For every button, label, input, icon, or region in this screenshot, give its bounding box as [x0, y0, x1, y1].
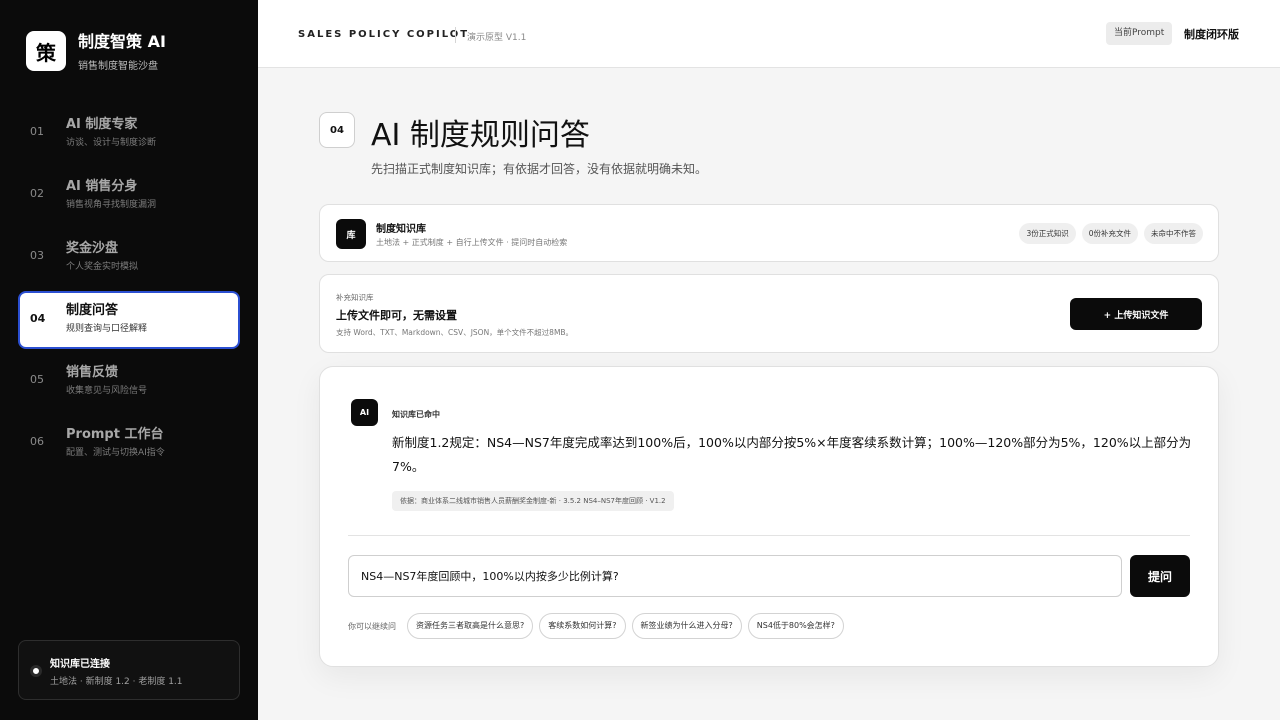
sidebar-item-ai-sales-avatar[interactable]: 02 AI 销售分身 销售视角寻找制度漏洞 [18, 167, 240, 225]
kb-status-sources: 土地法 · 新制度 1.2 · 老制度 1.1 [50, 677, 183, 687]
status-badge: 3份正式知识 [1019, 223, 1076, 244]
nav-description: 销售视角寻找制度漏洞 [66, 200, 157, 210]
follow-up-chip[interactable]: 新签业绩为什么进入分母? [631, 613, 742, 639]
sidebar-nav: 01 AI 制度专家 访谈、设计与制度诊断 02 AI 销售分身 销售视角寻找制… [18, 105, 240, 477]
sidebar: 策 制度智策 AI 销售制度智能沙盘 01 AI 制度专家 访谈、设计与制度诊断… [0, 0, 258, 720]
knowledge-base-status: 知识库已连接 土地法 · 新制度 1.2 · 老制度 1.1 [18, 640, 240, 700]
library-icon: 库 [336, 219, 366, 249]
nav-label: 销售反馈 [66, 365, 119, 380]
page-title: AI 制度规则问答 [371, 118, 590, 153]
nav-description: 配置、测试与切换AI指令 [66, 448, 165, 458]
nav-description: 规则查询与口径解释 [66, 324, 148, 334]
upload-tag: 补充知识库 [336, 293, 374, 302]
ai-answer: 新制度1.2规定：NS4—NS7年度完成率达到100%后，100%以内部分按5%… [392, 435, 1192, 474]
follow-up-list: 资源任务三者取高是什么意思? 客续系数如何计算? 新签业绩为什么进入分母? NS… [407, 613, 844, 639]
kb-name: 制度知识库 [376, 224, 426, 235]
page-number-badge: 04 [319, 112, 355, 148]
version-label: 演示原型 V1.1 [467, 33, 527, 43]
brand-subtitle: 销售制度智能沙盘 [78, 61, 158, 72]
sidebar-item-bonus-sandbox[interactable]: 03 奖金沙盘 个人奖金实时模拟 [18, 229, 240, 287]
follow-up-chip[interactable]: 资源任务三者取高是什么意思? [407, 613, 534, 639]
follow-up-chip[interactable]: NS4低于80%会怎样? [747, 613, 844, 639]
status-badge: 未命中不作答 [1144, 223, 1203, 244]
sidebar-item-prompt-workbench[interactable]: 06 Prompt 工作台 配置、测试与切换AI指令 [18, 415, 240, 473]
mode-label: 制度闭环版 [1184, 28, 1239, 41]
nav-number: 02 [30, 187, 44, 200]
chat-card: AI 知识库已命中 新制度1.2规定：NS4—NS7年度完成率达到100%后，1… [319, 366, 1219, 667]
kb-chips: 3份正式知识 0份补充文件 未命中不作答 [1019, 223, 1203, 244]
question-input[interactable] [348, 555, 1122, 597]
upload-card: 补充知识库 上传文件即可，无需设置 支持 Word、TXT、Markdown、C… [319, 274, 1219, 353]
nav-number: 04 [30, 312, 46, 325]
ask-button[interactable]: 提问 [1130, 555, 1190, 597]
kb-hit-label: 知识库已命中 [392, 410, 440, 419]
kb-status-title: 知识库已连接 [50, 659, 110, 670]
nav-label: 制度问答 [66, 303, 119, 318]
upload-title: 上传文件即可，无需设置 [336, 309, 457, 322]
sidebar-item-ai-expert[interactable]: 01 AI 制度专家 访谈、设计与制度诊断 [18, 105, 240, 163]
follow-up-chip[interactable]: 客续系数如何计算? [539, 613, 626, 639]
sidebar-item-sales-feedback[interactable]: 05 销售反馈 收集意见与风险信号 [18, 353, 240, 411]
nav-description: 收集意见与风险信号 [66, 386, 148, 396]
nav-label: AI 制度专家 [66, 117, 138, 132]
app-title: SALES POLICY COPILOT [298, 29, 470, 40]
follow-up-label: 你可以继续问 [348, 622, 396, 631]
nav-label: AI 销售分身 [66, 179, 138, 194]
brand: 策 制度智策 AI 销售制度智能沙盘 [26, 31, 166, 72]
upload-file-button[interactable]: + 上传知识文件 [1070, 298, 1202, 330]
divider [455, 27, 456, 43]
brand-title: 制度智策 AI [78, 32, 166, 51]
status-badge: 0份补充文件 [1081, 223, 1138, 244]
nav-number: 01 [30, 125, 44, 138]
status-dot-icon [30, 665, 42, 677]
nav-description: 访谈、设计与制度诊断 [66, 138, 157, 148]
divider [348, 535, 1190, 536]
nav-number: 03 [30, 249, 44, 262]
nav-label: Prompt 工作台 [66, 427, 164, 442]
kb-sources: 土地法 + 正式制度 + 自行上传文件 · 提问时自动检索 [376, 238, 568, 247]
current-prompt-button[interactable]: 当前Prompt [1106, 22, 1173, 45]
answer-basis: 依据：商业体系二线城市销售人员薪酬奖金制度-新 · 3.5.2 NS4–NS7年… [392, 491, 674, 511]
ai-avatar: AI [351, 399, 378, 426]
sidebar-item-policy-qa[interactable]: 04 制度问答 规则查询与口径解释 [18, 291, 240, 349]
knowledge-base-card: 库 制度知识库 土地法 + 正式制度 + 自行上传文件 · 提问时自动检索 3份… [319, 204, 1219, 262]
nav-number: 05 [30, 373, 44, 386]
nav-label: 奖金沙盘 [66, 241, 119, 256]
brand-logo: 策 [26, 31, 66, 71]
nav-number: 06 [30, 435, 44, 448]
nav-description: 个人奖金实时模拟 [66, 262, 139, 272]
top-bar: SALES POLICY COPILOT 演示原型 V1.1 当前Prompt … [258, 0, 1280, 68]
page-description: 先扫描正式制度知识库；有依据才回答，没有依据就明确未知。 [371, 162, 708, 176]
upload-note: 支持 Word、TXT、Markdown、CSV、JSON，单个文件不超过8MB… [336, 328, 574, 337]
